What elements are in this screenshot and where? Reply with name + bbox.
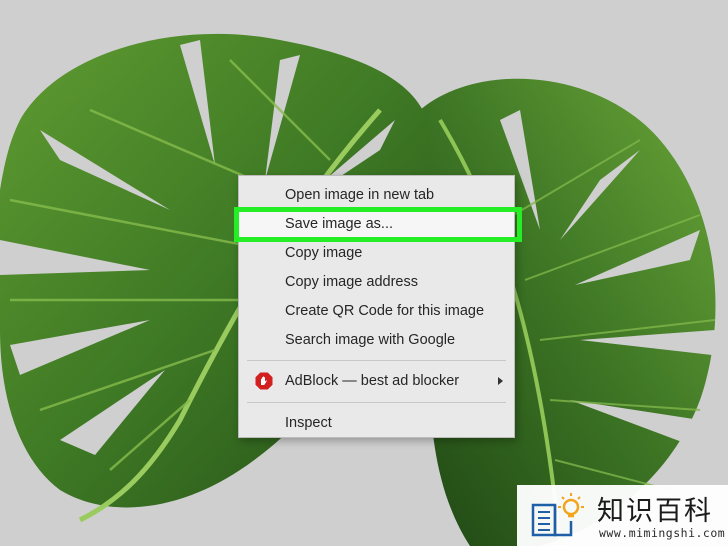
menu-item-label: Copy image address bbox=[285, 274, 418, 290]
book-lightbulb-logo-icon bbox=[531, 493, 584, 537]
menu-item-search-image-google[interactable]: Search image with Google bbox=[239, 326, 514, 354]
menu-item-label: Search image with Google bbox=[285, 332, 456, 348]
menu-item-label: Open image in new tab bbox=[285, 187, 435, 203]
menu-separator bbox=[247, 402, 506, 403]
menu-item-copy-image-address[interactable]: Copy image address bbox=[239, 268, 514, 296]
menu-item-label: Copy image bbox=[285, 245, 363, 261]
watermark-title: 知识百科 bbox=[597, 496, 713, 527]
menu-item-save-image-as[interactable]: Save image as... bbox=[239, 210, 514, 238]
menu-item-adblock[interactable]: AdBlock — best ad blocker bbox=[239, 367, 514, 395]
menu-item-label: Create QR Code for this image bbox=[285, 303, 485, 319]
menu-separator bbox=[247, 360, 506, 361]
menu-item-label: AdBlock — best ad blocker bbox=[285, 373, 460, 389]
menu-item-copy-image[interactable]: Copy image bbox=[239, 239, 514, 267]
context-menu: Open image in new tab Save image as... C… bbox=[238, 175, 515, 438]
menu-item-label: Inspect bbox=[285, 415, 332, 431]
submenu-arrow-icon bbox=[498, 377, 503, 385]
menu-item-create-qr-code[interactable]: Create QR Code for this image bbox=[239, 297, 514, 325]
watermark: 知识百科 www.mimingshi.com bbox=[517, 485, 728, 546]
menu-item-inspect[interactable]: Inspect bbox=[239, 409, 514, 437]
menu-item-open-image-new-tab[interactable]: Open image in new tab bbox=[239, 181, 514, 209]
menu-item-label: Save image as... bbox=[285, 216, 393, 232]
watermark-url: www.mimingshi.com bbox=[599, 526, 726, 540]
adblock-icon bbox=[255, 372, 273, 390]
